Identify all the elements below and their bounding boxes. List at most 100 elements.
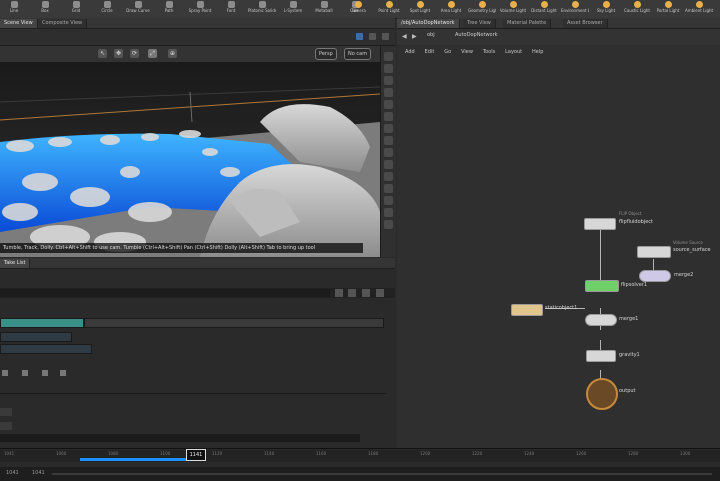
lock-icon[interactable] bbox=[22, 370, 28, 376]
lights-icon[interactable] bbox=[384, 76, 393, 85]
grid-icon[interactable] bbox=[384, 172, 393, 181]
shelf-tool-distant-light[interactable]: Distant Light bbox=[530, 1, 558, 17]
tab-composite-view[interactable]: Composite View bbox=[38, 19, 88, 28]
node-output[interactable] bbox=[586, 378, 618, 410]
exclude-icon[interactable] bbox=[60, 370, 66, 376]
shelf-tool-draw-curve[interactable]: Draw Curve bbox=[124, 1, 152, 17]
camera-menu[interactable]: Persp bbox=[315, 48, 337, 60]
background-icon[interactable] bbox=[384, 184, 393, 193]
visibility-icon[interactable] bbox=[384, 160, 393, 169]
tab-tree-view[interactable]: Tree View bbox=[463, 19, 496, 28]
menu-add[interactable]: Add bbox=[405, 49, 415, 55]
ghost-icon[interactable] bbox=[384, 136, 393, 145]
shelf-tool-area-light[interactable]: Area Light bbox=[437, 1, 465, 17]
shelf-tool-spray-paint[interactable]: Spray Paint bbox=[186, 1, 214, 17]
shelf-tool-label: Area Light bbox=[440, 8, 462, 13]
menu-edit[interactable]: Edit bbox=[425, 49, 435, 55]
end-frame[interactable]: 1041 bbox=[32, 470, 45, 476]
home-icon[interactable] bbox=[384, 52, 393, 61]
take-row-main[interactable] bbox=[0, 318, 84, 328]
shelf-tool-point-light[interactable]: Point Light bbox=[375, 1, 403, 17]
start-frame[interactable]: 1041 bbox=[6, 470, 19, 476]
shelf-tool-platonic-solids[interactable]: Platonic Solids bbox=[248, 1, 276, 17]
tab-asset-browser[interactable]: Asset Browser bbox=[563, 19, 608, 28]
scrollbar[interactable] bbox=[0, 434, 360, 442]
shelf-tool-box[interactable]: Box bbox=[31, 1, 59, 17]
sync-icon[interactable] bbox=[384, 220, 393, 229]
node-flipsolver1[interactable] bbox=[585, 280, 619, 292]
points-icon[interactable] bbox=[384, 208, 393, 217]
shelf-tool-geometry-light[interactable]: Geometry Light bbox=[468, 1, 496, 17]
shelf-tool-ambient-light[interactable]: Ambient Light bbox=[685, 1, 713, 17]
take-row-sub1[interactable] bbox=[0, 332, 72, 342]
portal-light-icon bbox=[664, 1, 672, 8]
path-segment-dop[interactable]: AutoDopNetwork bbox=[455, 32, 498, 38]
settings-icon[interactable] bbox=[382, 33, 389, 40]
frame-icon[interactable] bbox=[384, 64, 393, 73]
shelf-tool-l-system[interactable]: L-System bbox=[279, 1, 307, 17]
take-row-sub2[interactable] bbox=[0, 344, 92, 354]
distant-light-icon bbox=[540, 1, 548, 8]
tool-shelf: Line Box Grid Circle Draw Curve Path Spray Pai… bbox=[0, 0, 720, 19]
shelf-tool-spot-light[interactable]: Spot Light bbox=[406, 1, 434, 17]
select-icon[interactable]: ↖ bbox=[98, 49, 107, 58]
shelf-tool-grid[interactable]: Grid bbox=[62, 1, 90, 17]
pin-icon[interactable] bbox=[369, 33, 376, 40]
shelf-tool-metaball[interactable]: Metaball bbox=[310, 1, 338, 17]
filter-field[interactable] bbox=[0, 289, 330, 297]
wireframe-icon[interactable] bbox=[384, 100, 393, 109]
menu-go[interactable]: Go bbox=[444, 49, 451, 55]
node-gravity1[interactable] bbox=[586, 350, 616, 362]
node-source-surface[interactable] bbox=[637, 246, 671, 258]
tree-toggle-2[interactable] bbox=[0, 422, 12, 430]
tab-network[interactable]: /obj/AutoDopNetwork bbox=[397, 19, 460, 28]
add-take-icon[interactable] bbox=[348, 289, 356, 297]
rotate-icon[interactable]: ⟳ bbox=[130, 49, 139, 58]
shelf-tool-camera[interactable]: Camera bbox=[344, 1, 372, 17]
move-icon[interactable]: ✥ bbox=[114, 49, 123, 58]
scale-icon[interactable]: ⤢ bbox=[148, 49, 157, 58]
shelf-tool-environment-light[interactable]: Environment Light bbox=[561, 1, 589, 17]
menu-layout[interactable]: Layout bbox=[505, 49, 522, 55]
camera-icon[interactable] bbox=[384, 148, 393, 157]
shelf-tool-sky-light[interactable]: Sky Light bbox=[592, 1, 620, 17]
current-frame[interactable]: 1141 bbox=[186, 449, 206, 461]
shelf-tool-line[interactable]: Line bbox=[0, 1, 28, 17]
back-icon[interactable]: ◀ bbox=[402, 33, 407, 40]
tab-material-palette[interactable]: Material Palette bbox=[503, 19, 552, 28]
3d-viewport[interactable] bbox=[0, 62, 380, 257]
shelf-tool-volume-light[interactable]: Volume Light bbox=[499, 1, 527, 17]
path-segment-obj[interactable]: obj bbox=[427, 32, 435, 38]
shelf-tool-portal-light[interactable]: Portal Light bbox=[654, 1, 682, 17]
tree-toggle[interactable] bbox=[0, 408, 12, 416]
tab-scene-view[interactable]: Scene View bbox=[0, 19, 38, 28]
range-slider[interactable] bbox=[52, 473, 712, 475]
node-merge1[interactable] bbox=[585, 314, 617, 326]
handle-icon[interactable]: ⊕ bbox=[168, 49, 177, 58]
normal-icon[interactable] bbox=[384, 196, 393, 205]
shelf-tool-path[interactable]: Path bbox=[155, 1, 183, 17]
filter-icon[interactable] bbox=[335, 289, 343, 297]
menu-tools[interactable]: Tools bbox=[483, 49, 495, 55]
node-staticobject1[interactable] bbox=[511, 304, 543, 316]
link-icon[interactable] bbox=[356, 33, 363, 40]
tab-take-list[interactable]: Take List bbox=[0, 259, 31, 268]
cam-menu[interactable]: No cam bbox=[344, 48, 372, 60]
shelf-tool-label: Portal Light bbox=[656, 8, 680, 13]
menu-help[interactable]: Help bbox=[532, 49, 543, 55]
forward-icon[interactable]: ▶ bbox=[412, 33, 417, 40]
node-flipfluidobject[interactable] bbox=[584, 218, 616, 230]
caustic-light-icon bbox=[633, 1, 641, 8]
snap-icon[interactable] bbox=[384, 124, 393, 133]
menu-view[interactable]: View bbox=[461, 49, 473, 55]
toggle-icon[interactable] bbox=[2, 370, 8, 376]
options-icon[interactable] bbox=[376, 289, 384, 297]
shelf-tool-circle[interactable]: Circle bbox=[93, 1, 121, 17]
node-merge2[interactable] bbox=[639, 270, 671, 282]
shelf-tool-caustic-light[interactable]: Caustic Light bbox=[623, 1, 651, 17]
remove-take-icon[interactable] bbox=[362, 289, 370, 297]
shaded-icon[interactable] bbox=[384, 112, 393, 121]
display-icon[interactable] bbox=[384, 88, 393, 97]
shelf-tool-font[interactable]: Font bbox=[217, 1, 245, 17]
include-icon[interactable] bbox=[42, 370, 48, 376]
